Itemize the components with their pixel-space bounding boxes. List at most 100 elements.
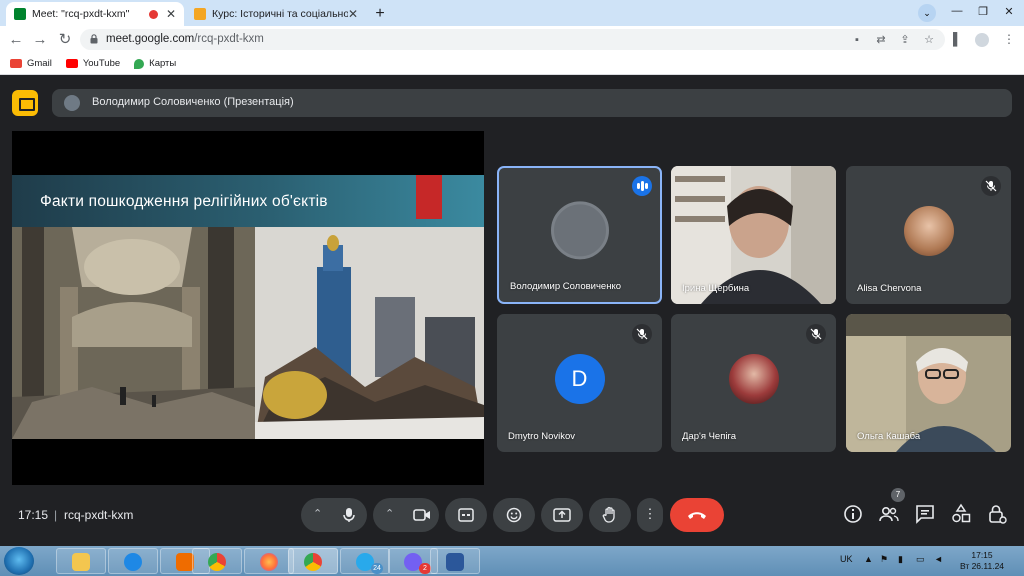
menu-icon[interactable]: ⋮ bbox=[1003, 32, 1015, 46]
volume-icon[interactable]: ◄ bbox=[934, 554, 943, 564]
presenter-avatar bbox=[64, 95, 80, 111]
present-screen-icon bbox=[553, 508, 571, 522]
close-tab-icon[interactable]: ✕ bbox=[348, 7, 358, 21]
language-indicator[interactable]: UK bbox=[840, 554, 853, 564]
people-icon[interactable] bbox=[878, 503, 900, 525]
participant-tile[interactable]: Alisa Chervona bbox=[846, 166, 1011, 304]
participant-tile[interactable]: D Dmytro Novikov bbox=[497, 314, 662, 452]
network-icon[interactable]: ▮ bbox=[898, 554, 903, 565]
start-button-icon[interactable] bbox=[4, 547, 34, 575]
reload-icon[interactable]: ↻ bbox=[55, 30, 75, 50]
folder-icon bbox=[72, 553, 90, 571]
participant-count-badge: 7 bbox=[891, 488, 905, 502]
presenter-label: Володимир Соловиченко (Презентація) bbox=[92, 96, 294, 108]
minimize-icon[interactable]: — bbox=[944, 5, 970, 17]
share-icon[interactable]: ⇪ bbox=[898, 33, 912, 47]
translate-icon[interactable]: ⇄ bbox=[874, 33, 888, 47]
telegram-unread-badge: 24 bbox=[371, 563, 383, 574]
participant-name: Dmytro Novikov bbox=[508, 431, 576, 442]
tab-meet[interactable]: Meet: "rcq-pxdt-kxm" ✕ bbox=[6, 2, 184, 26]
present-screen-button[interactable] bbox=[541, 498, 583, 532]
tab-course[interactable]: Курс: Історичні та соціально-по ✕ bbox=[186, 2, 366, 26]
taskbar-firefox[interactable] bbox=[244, 548, 294, 574]
camera-icon[interactable] bbox=[413, 508, 431, 522]
maximize-icon[interactable]: ❐ bbox=[970, 5, 996, 18]
tab-strip: Meet: "rcq-pxdt-kxm" ✕ Курс: Історичні т… bbox=[0, 0, 1024, 26]
firefox-icon bbox=[260, 553, 278, 571]
host-controls-icon[interactable] bbox=[986, 503, 1008, 525]
participant-avatar bbox=[728, 354, 779, 404]
meeting-time: 17:15 bbox=[18, 508, 49, 522]
new-tab-button[interactable]: + bbox=[370, 4, 390, 24]
browser-toolbar: ← → ↻ meet.google.com/rcq-pxdt-kxm ▪ ⇄ ⇪… bbox=[0, 26, 1024, 53]
mic-off-icon bbox=[806, 324, 826, 344]
taskbar-chrome-active[interactable] bbox=[288, 548, 338, 574]
call-controls: 17:15 | rcq-pxdt-kxm ⌃ ⌃ ⋮ bbox=[0, 489, 1024, 543]
presentation-stage[interactable]: Факти пошкодження релігійних об'єктів bbox=[12, 131, 484, 485]
taskbar-explorer[interactable] bbox=[56, 548, 106, 574]
separator: | bbox=[54, 508, 58, 522]
taskbar-chrome[interactable] bbox=[192, 548, 242, 574]
show-hidden-icons-icon[interactable]: ▲ bbox=[864, 554, 873, 564]
side-panel-icon[interactable]: ▌ bbox=[953, 32, 962, 46]
slide-header: Факти пошкодження релігійних об'єктів bbox=[12, 175, 484, 227]
reactions-button[interactable] bbox=[493, 498, 535, 532]
participant-tile[interactable]: Дар'я Чепіга bbox=[671, 314, 836, 452]
bookmark-gmail[interactable]: Gmail bbox=[10, 58, 52, 69]
windows-taskbar: 24 2 UK ▲ ⚑ ▮ ▭ ◄ 17:15 Вт 26.11.24 bbox=[0, 546, 1024, 576]
activities-icon[interactable] bbox=[950, 503, 972, 525]
mic-control: ⌃ bbox=[301, 498, 367, 532]
window-controls: — ❐ ✕ bbox=[944, 0, 1022, 22]
camera-permission-icon[interactable]: ▪ bbox=[850, 33, 864, 47]
camera-options-chevron-icon[interactable]: ⌃ bbox=[385, 507, 394, 520]
captions-button[interactable] bbox=[445, 498, 487, 532]
forward-icon[interactable]: → bbox=[30, 30, 50, 50]
taskbar-telegram[interactable]: 24 bbox=[340, 548, 390, 574]
address-bar[interactable]: meet.google.com/rcq-pxdt-kxm ▪ ⇄ ⇪ ☆ bbox=[80, 29, 945, 50]
presentation-icon[interactable] bbox=[12, 90, 38, 116]
close-window-icon[interactable]: ✕ bbox=[996, 5, 1022, 18]
participant-name: Дар'я Чепіга bbox=[682, 431, 737, 442]
tab-search-icon[interactable]: ⌄ bbox=[918, 4, 936, 22]
bookmark-star-icon[interactable]: ☆ bbox=[922, 33, 936, 47]
participant-avatar bbox=[903, 206, 954, 256]
slide-accent bbox=[416, 175, 442, 219]
battery-icon[interactable]: ▭ bbox=[916, 554, 925, 565]
camera-control: ⌃ bbox=[373, 498, 439, 532]
participant-tile[interactable]: Ірина Щербина bbox=[671, 166, 836, 304]
gmail-icon bbox=[10, 59, 22, 68]
meeting-details-icon[interactable] bbox=[842, 503, 864, 525]
mic-off-icon bbox=[632, 324, 652, 344]
leave-call-button[interactable] bbox=[670, 498, 724, 532]
participant-name: Володимир Соловиченко bbox=[510, 281, 621, 292]
recording-icon bbox=[148, 9, 158, 19]
youtube-icon bbox=[65, 59, 78, 68]
back-icon[interactable]: ← bbox=[6, 30, 26, 50]
bookmark-youtube[interactable]: YouTube bbox=[65, 58, 121, 69]
mic-off-icon bbox=[981, 176, 1001, 196]
participant-tile[interactable]: Ольга Кашаба bbox=[846, 314, 1011, 452]
slide-title: Факти пошкодження релігійних об'єктів bbox=[40, 193, 328, 210]
system-clock[interactable]: 17:15 Вт 26.11.24 bbox=[958, 550, 1006, 572]
chrome-icon bbox=[208, 553, 226, 571]
more-options-button[interactable]: ⋮ bbox=[637, 498, 663, 532]
profile-avatar[interactable] bbox=[975, 33, 989, 47]
tab-title: Курс: Історичні та соціально-по bbox=[212, 8, 348, 20]
close-tab-icon[interactable]: ✕ bbox=[166, 7, 176, 21]
emoji-icon bbox=[506, 507, 522, 523]
mic-options-chevron-icon[interactable]: ⌃ bbox=[313, 507, 322, 520]
bookmark-maps[interactable]: Карты bbox=[134, 58, 176, 69]
bookmark-label: YouTube bbox=[82, 58, 121, 69]
taskbar-ie[interactable] bbox=[108, 548, 158, 574]
course-favicon-icon bbox=[194, 8, 206, 20]
taskbar-word[interactable] bbox=[430, 548, 480, 574]
participant-tile[interactable]: Володимир Соловиченко bbox=[497, 166, 662, 304]
participant-avatar bbox=[550, 201, 609, 260]
ruined-church-photo bbox=[255, 227, 484, 439]
chat-icon[interactable] bbox=[914, 503, 936, 525]
lock-icon bbox=[90, 34, 98, 44]
action-center-flag-icon[interactable]: ⚑ bbox=[880, 554, 888, 565]
cathedral-interior-photo bbox=[12, 227, 255, 439]
raise-hand-button[interactable] bbox=[589, 498, 631, 532]
microphone-icon[interactable] bbox=[342, 507, 356, 523]
